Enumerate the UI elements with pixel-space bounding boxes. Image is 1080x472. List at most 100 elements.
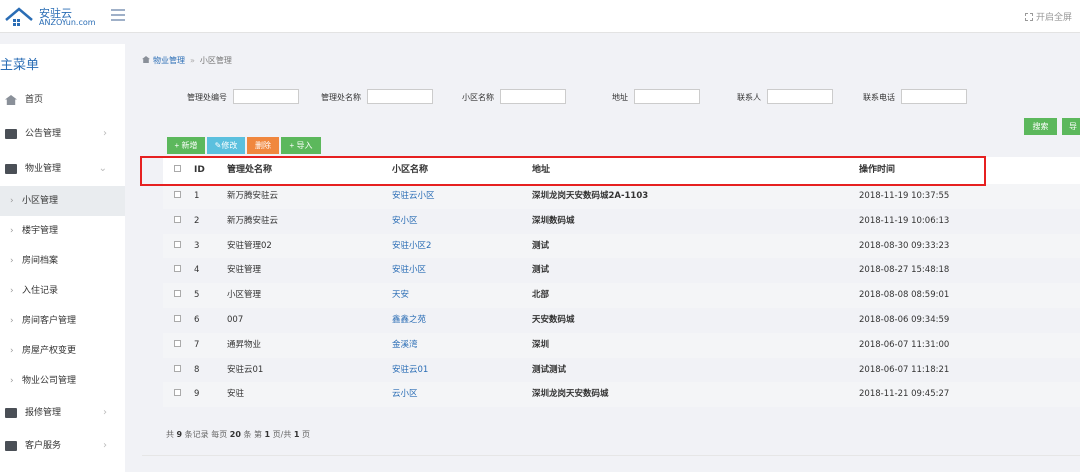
table-row[interactable]: 8 安驻云01 安驻云01 测试测试 2018-06-07 11:18:21 — [163, 358, 1080, 383]
sidebar-subitem-label: 房间档案 — [22, 256, 59, 266]
address-input[interactable] — [634, 89, 700, 104]
cell-community-name[interactable]: 天安 — [392, 283, 409, 308]
sidebar-subitem-ownership[interactable]: › 房屋产权变更 — [0, 336, 125, 366]
chevron-down-icon: ⌄ — [98, 163, 107, 174]
cell-office-name: 007 — [227, 314, 244, 325]
table-row[interactable]: 4 安驻管理 安驻小区 测试 2018-08-27 15:48:18 — [163, 258, 1080, 283]
search-button[interactable]: 搜索 — [1024, 118, 1057, 135]
chevron-right-icon: › — [103, 128, 107, 139]
cell-community-name[interactable]: 安驻云小区 — [392, 184, 435, 209]
fullscreen-button[interactable]: 开启全屏 — [1024, 10, 1072, 23]
filter-phone: 联系电话 — [863, 89, 967, 105]
header-time: 操作时间 — [859, 165, 896, 175]
pager-text: 条记录 每页 — [184, 430, 228, 439]
header-address: 地址 — [532, 165, 551, 175]
table-row[interactable]: 9 安驻 云小区 深圳龙岗天安数码城 2018-11-21 09:45:27 — [163, 382, 1080, 408]
filter-label: 地址 — [612, 93, 628, 102]
cell-community-name[interactable]: 金溪湾 — [392, 333, 418, 358]
pagination-info: 共 9 条记录 每页 20 条 第 1 页/共 1 页 — [166, 429, 310, 440]
filter-label: 管理处名称 — [321, 93, 361, 102]
menu-toggle-icon[interactable] — [111, 9, 125, 21]
export-button[interactable]: 导 — [1062, 118, 1080, 135]
cell-address: 北部 — [532, 290, 550, 301]
row-checkbox[interactable] — [174, 234, 181, 259]
table-row[interactable]: 6 007 鑫鑫之苑 天安数码城 2018-08-06 09:34:59 — [163, 308, 1080, 333]
sidebar-item-announcements[interactable]: 公告管理 › — [0, 119, 125, 149]
office-code-input[interactable] — [233, 89, 299, 104]
breadcrumb-current: 小区管理 — [199, 56, 232, 65]
row-checkbox[interactable] — [174, 209, 181, 234]
chevron-right-icon: › — [10, 256, 14, 266]
contact-input[interactable] — [767, 89, 833, 104]
cell-id: 9 — [194, 389, 200, 400]
cell-time: 2018-06-07 11:31:00 — [859, 339, 950, 350]
cell-address: 深圳龙岗天安数码城 — [532, 389, 609, 400]
row-checkbox[interactable] — [174, 308, 181, 333]
row-checkbox[interactable] — [174, 283, 181, 308]
sidebar-title: 主菜单 — [0, 58, 40, 73]
pager-pages: 1 — [293, 430, 300, 439]
row-checkbox[interactable] — [174, 184, 181, 209]
table-row[interactable]: 2 新万腾安驻云 安小区 深圳数码城 2018-11-19 10:06:13 — [163, 209, 1080, 234]
cell-office-name: 通昇物业 — [227, 339, 262, 350]
pager-text: 条 第 — [243, 430, 262, 439]
header-office-name: 管理处名称 — [227, 165, 273, 175]
filter-address: 地址 — [612, 89, 700, 105]
sidebar-item-property[interactable]: 物业管理 ⌄ — [0, 154, 125, 184]
breadcrumb-parent[interactable]: 物业管理 — [153, 56, 185, 65]
phone-input[interactable] — [901, 89, 967, 104]
table-row[interactable]: 3 安驻管理02 安驻小区2 测试 2018-08-30 09:33:23 — [163, 233, 1080, 259]
table-row[interactable]: 7 通昇物业 金溪湾 深圳 2018-06-07 11:31:00 — [163, 332, 1080, 358]
row-checkbox[interactable] — [174, 333, 181, 358]
filter-office-name: 管理处名称 — [321, 89, 433, 105]
cell-office-name: 安驻管理02 — [227, 240, 272, 251]
sidebar-subitem-rooms[interactable]: › 房间档案 — [0, 246, 125, 276]
row-checkbox[interactable] — [174, 258, 181, 283]
sidebar-subitem-building[interactable]: › 楼宇管理 — [0, 216, 125, 246]
table-header: ID 管理处名称 小区名称 地址 操作时间 — [163, 157, 1080, 184]
cell-community-name[interactable]: 安小区 — [392, 209, 418, 234]
import-button[interactable]: + 导入 — [281, 137, 321, 154]
cell-community-name[interactable]: 安驻小区 — [392, 258, 426, 283]
sidebar-subitem-companies[interactable]: › 物业公司管理 — [0, 366, 125, 396]
logo[interactable]: 安驻云 ANZOYun.com — [2, 2, 102, 30]
pager-page: 1 — [264, 430, 271, 439]
cell-time: 2018-11-19 10:06:13 — [859, 215, 950, 226]
sidebar-subitem-label: 小区管理 — [22, 196, 59, 206]
sidebar-subitem-room-clients[interactable]: › 房间客户管理 — [0, 306, 125, 336]
edit-label: 修改 — [221, 141, 238, 150]
header-community-name: 小区名称 — [392, 165, 429, 175]
cell-time: 2018-08-08 08:59:01 — [859, 290, 950, 301]
sidebar-subitem-checkin[interactable]: › 入住记录 — [0, 276, 125, 306]
cell-address: 测试测试 — [532, 364, 567, 375]
pager-text: 页 — [302, 430, 311, 439]
table-row[interactable]: 1 新万腾安驻云 安驻云小区 深圳龙岗天安数码城2A-1103 2018-11-19 1… — [163, 184, 1080, 209]
sidebar-item-label: 报修管理 — [25, 408, 62, 418]
folder-icon — [5, 164, 17, 174]
chevron-right-icon: › — [103, 440, 107, 451]
sidebar-item-repairs[interactable]: 报修管理 › — [0, 398, 125, 428]
cell-community-name[interactable]: 安驻云01 — [392, 358, 428, 383]
table-row[interactable]: 5 小区管理 天安 北部 2018-08-08 08:59:01 — [163, 283, 1080, 308]
cell-community-name[interactable]: 安驻小区2 — [392, 234, 431, 259]
cell-community-name[interactable]: 鑫鑫之苑 — [392, 308, 426, 333]
delete-button[interactable]: 删除 — [247, 137, 279, 154]
cell-time: 2018-06-07 11:18:21 — [859, 364, 950, 375]
sidebar-item-home[interactable]: 首页 — [0, 85, 125, 115]
edit-button[interactable]: ✎修改 — [207, 137, 245, 154]
sidebar-subitem-community[interactable]: › 小区管理 — [0, 186, 125, 216]
chevron-right-icon: › — [10, 316, 14, 326]
cell-community-name[interactable]: 云小区 — [392, 382, 418, 407]
select-all-checkbox[interactable] — [174, 157, 181, 184]
community-name-input[interactable] — [500, 89, 566, 104]
filter-label: 联系电话 — [863, 93, 895, 102]
office-name-input[interactable] — [367, 89, 433, 104]
chevron-right-icon: › — [103, 407, 107, 418]
sidebar-item-customer-service[interactable]: 客户服务 › — [0, 431, 125, 461]
cell-address: 天安数码城 — [532, 314, 575, 325]
add-button[interactable]: + 新增 — [167, 137, 205, 154]
chevron-right-icon: › — [10, 286, 14, 296]
pager-per-page: 20 — [229, 430, 241, 439]
row-checkbox[interactable] — [174, 358, 181, 383]
row-checkbox[interactable] — [174, 382, 181, 407]
